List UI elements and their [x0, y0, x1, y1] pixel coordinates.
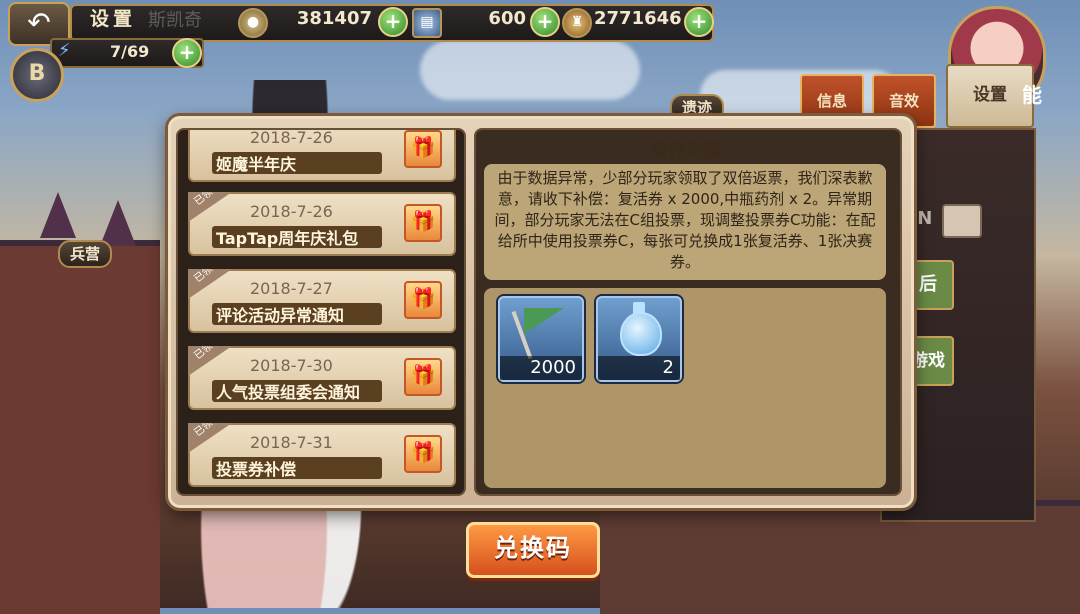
- cloud: [420, 40, 640, 100]
- claimed-tag: 已领: [188, 346, 232, 376]
- attachment-count: 2: [598, 356, 680, 380]
- mail-title: TapTap周年庆礼包: [216, 229, 359, 248]
- player-name: 斯凯奇: [148, 10, 202, 31]
- mail-title: 评论活动异常通知: [216, 306, 345, 325]
- claimed-tag: 已领: [188, 269, 232, 299]
- ticket-icon: ▤: [412, 8, 442, 38]
- mail-item[interactable]: 已领 2018-7-27 评论活动异常通知 🎁: [188, 269, 456, 333]
- flag-cloth: [524, 308, 564, 334]
- mail-date: 2018-7-27: [250, 279, 333, 298]
- page-title: 设置: [90, 8, 137, 30]
- mail-item[interactable]: 已领 2018-7-26 TapTap周年庆礼包 🎁: [188, 192, 456, 256]
- tab-settings-label: 设置: [973, 85, 1007, 105]
- mail-date: 2018-7-26: [250, 128, 333, 147]
- mail-item[interactable]: 已领 2018-7-31 投票券补偿 🎁: [188, 423, 456, 487]
- rank-emblem: B: [10, 48, 64, 102]
- mail-title: 人气投票组委会通知: [216, 383, 361, 402]
- ticket-value: 600: [488, 8, 526, 29]
- mail-date: 2018-7-31: [250, 433, 333, 452]
- toggle-switch[interactable]: [942, 204, 982, 238]
- mail-item[interactable]: 已领 2018-7-30 人气投票组委会通知 🎁: [188, 346, 456, 410]
- mail-title: 姬魔半年庆: [216, 155, 297, 174]
- mail-date: 2018-7-30: [250, 356, 333, 375]
- barracks-tag[interactable]: 兵营: [58, 240, 113, 268]
- trophy-icon: ♜: [562, 8, 592, 38]
- castle-building: [0, 240, 160, 614]
- tab-settings-suffix: 能: [1022, 83, 1042, 107]
- attachment-item[interactable]: 2000: [498, 296, 584, 382]
- attachment-count: 2000: [500, 356, 582, 380]
- coin-icon: ●: [238, 8, 268, 38]
- redeem-code-button[interactable]: 兑换码: [466, 522, 600, 578]
- castle-roof: [40, 192, 76, 238]
- add-trophy-button[interactable]: +: [684, 7, 714, 37]
- castle-roof: [100, 200, 136, 246]
- tab-settings[interactable]: 设置 能: [946, 64, 1042, 128]
- claimed-tag: 已领: [188, 423, 232, 453]
- mail-list[interactable]: 2018-7-26 姬魔半年庆 🎁 已领 2018-7-26 TapTap周年庆…: [176, 128, 466, 496]
- mail-detail-title: 邮件详情: [650, 140, 722, 161]
- add-energy-button[interactable]: +: [172, 38, 202, 68]
- coin-value: 381407: [296, 8, 372, 29]
- gift-icon: 🎁: [404, 204, 442, 242]
- mail-detail-body: 由于数据异常，少部分玩家领取了双倍返票，我们深表歉意，请收下补偿：复活券 x 2…: [484, 164, 886, 280]
- gift-icon: 🎁: [404, 130, 442, 168]
- potion-icon: [620, 312, 662, 356]
- gift-icon: 🎁: [404, 435, 442, 473]
- gift-icon: 🎁: [404, 358, 442, 396]
- mail-title: 投票券补偿: [216, 460, 297, 479]
- mail-date: 2018-7-26: [250, 202, 333, 221]
- back-arrow-icon: ↶: [27, 6, 51, 39]
- trophy-value: 2771646: [594, 8, 682, 29]
- add-coin-button[interactable]: +: [378, 7, 408, 37]
- energy-value: 7/69: [110, 42, 150, 61]
- attachment-item[interactable]: 2: [596, 296, 682, 382]
- gift-icon: 🎁: [404, 281, 442, 319]
- claimed-tag: 已领: [188, 192, 232, 222]
- add-ticket-button[interactable]: +: [530, 7, 560, 37]
- mail-item[interactable]: 2018-7-26 姬魔半年庆 🎁: [188, 128, 456, 182]
- lightning-icon: ⚡: [58, 40, 71, 61]
